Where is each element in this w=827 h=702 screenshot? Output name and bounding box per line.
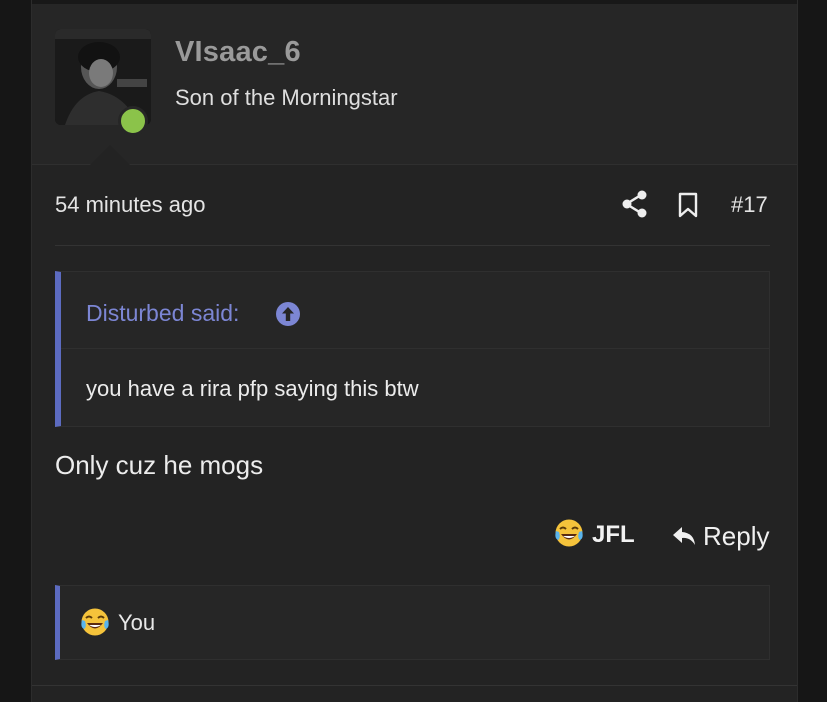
user-title: Son of the Morningstar [175, 85, 398, 110]
post-meta: 54 minutes ago #17 [55, 190, 770, 222]
crying-laughing-emoji-icon [80, 607, 110, 637]
reaction-label[interactable]: JFL [592, 521, 635, 549]
reply-button[interactable]: Reply [670, 519, 770, 553]
header-pointer [90, 145, 130, 165]
post-timestamp[interactable]: 54 minutes ago [55, 192, 205, 218]
reply-arrow-icon [672, 525, 696, 547]
user-header: VIsaac_6 Son of the Morningstar [32, 4, 797, 165]
share-icon[interactable] [622, 190, 648, 218]
quote-block: Disturbed said: you have a rira pfp sayi… [55, 271, 770, 427]
username[interactable]: VIsaac_6 [175, 36, 301, 69]
post-actions: JFL Reply [32, 515, 797, 559]
divider [32, 685, 797, 686]
divider [55, 245, 770, 246]
post-number-link[interactable]: #17 [731, 192, 768, 218]
reactions-user-list[interactable]: You [118, 610, 155, 636]
reactions-summary[interactable]: You [55, 585, 770, 660]
quote-author[interactable]: Disturbed said: [86, 300, 239, 327]
post-message: Only cuz he mogs [55, 450, 264, 480]
online-status-indicator [118, 106, 148, 136]
arrow-up-circle-icon[interactable] [275, 301, 301, 327]
bookmark-icon[interactable] [676, 191, 700, 219]
quote-header: Disturbed said: [61, 272, 769, 349]
crying-laughing-emoji-icon[interactable] [554, 518, 584, 548]
forum-post: VIsaac_6 Son of the Morningstar 54 minut… [31, 0, 798, 702]
quote-text: you have a rira pfp saying this btw [86, 376, 419, 401]
reply-label: Reply [703, 521, 770, 551]
